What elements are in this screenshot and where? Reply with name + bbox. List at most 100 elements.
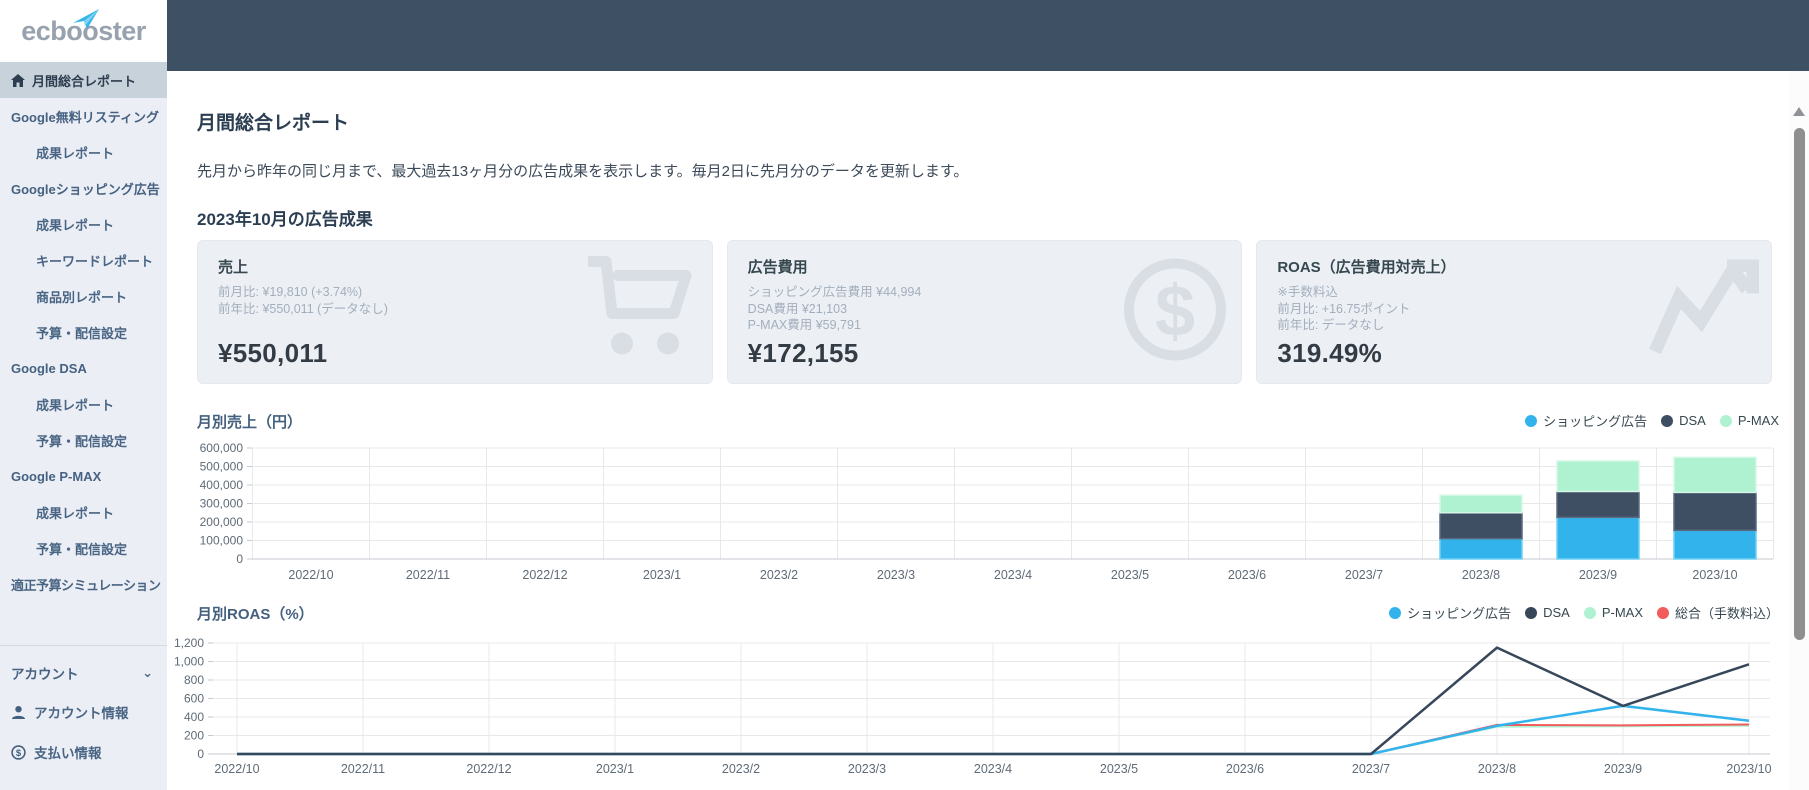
svg-text:2023/6: 2023/6 xyxy=(1228,568,1266,582)
sidebar-item-label: Google P-MAX xyxy=(11,468,102,484)
sidebar-item-label: 月間総合レポート xyxy=(32,73,137,89)
legend-label: P-MAX xyxy=(1601,605,1643,620)
account-item-0[interactable]: アカウント情報 xyxy=(0,692,167,732)
legend-dot-icon xyxy=(1656,606,1669,619)
user-icon xyxy=(11,705,26,720)
svg-text:2023/5: 2023/5 xyxy=(1100,762,1138,776)
svg-text:400: 400 xyxy=(184,710,204,724)
account-label: アカウント xyxy=(11,667,79,682)
svg-text:2023/7: 2023/7 xyxy=(1352,762,1390,776)
legend-entry[interactable]: DSA xyxy=(1661,413,1706,428)
account-item-label: 支払い情報 xyxy=(34,746,102,761)
scroll-up-icon[interactable] xyxy=(1793,107,1805,116)
sidebar-item-label: 適正予算シミュレーション xyxy=(11,577,161,593)
bar-segment xyxy=(1439,537,1523,560)
svg-text:2022/11: 2022/11 xyxy=(406,568,450,582)
legend-dot-icon xyxy=(1719,414,1732,427)
sidebar-item-1[interactable]: Google無料リスティング xyxy=(0,98,167,134)
chevron-down-icon: ⌄ xyxy=(142,665,153,680)
sidebar: ecbooster 月間総合レポート Google無料リスティング 成果レポート Go… xyxy=(0,0,167,790)
legend-label: ショッピング広告 xyxy=(1543,414,1648,429)
sidebar-item-2[interactable]: 成果レポート xyxy=(0,134,167,170)
legend-dot-icon xyxy=(1583,606,1596,619)
scrollbar-thumb[interactable] xyxy=(1794,128,1805,640)
svg-text:2022/12: 2022/12 xyxy=(522,568,567,582)
svg-text:2023/1: 2023/1 xyxy=(643,568,681,582)
svg-text:400,000: 400,000 xyxy=(200,478,244,492)
logo-text: ecbooster xyxy=(21,8,146,47)
svg-text:600: 600 xyxy=(184,692,204,706)
svg-text:$: $ xyxy=(1155,272,1195,352)
legend-label: P-MAX xyxy=(1737,413,1779,428)
bar-segment xyxy=(1673,456,1757,494)
home-icon xyxy=(11,73,25,87)
sidebar-item-label: Google無料リスティング xyxy=(11,109,159,125)
legend-entry[interactable]: ショッピング広告 xyxy=(1389,603,1511,622)
svg-text:2023/9: 2023/9 xyxy=(1579,568,1617,582)
sidebar-item-3[interactable]: Googleショッピング広告 xyxy=(0,170,167,206)
sidebar-item-14[interactable]: 適正予算シミュレーション xyxy=(0,566,167,602)
sidebar-item-4[interactable]: 成果レポート xyxy=(0,206,167,242)
sidebar-item-8[interactable]: Google DSA xyxy=(0,350,167,386)
svg-text:2023/4: 2023/4 xyxy=(994,568,1032,582)
bar-segment xyxy=(1673,529,1757,560)
svg-text:2023/9: 2023/9 xyxy=(1604,762,1642,776)
svg-text:2023/3: 2023/3 xyxy=(848,762,886,776)
legend-entry[interactable]: ショッピング広告 xyxy=(1525,411,1647,430)
sidebar-item-12[interactable]: 成果レポート xyxy=(0,494,167,530)
svg-text:200,000: 200,000 xyxy=(200,515,244,529)
legend-dot-icon xyxy=(1525,606,1538,619)
sidebar-item-13[interactable]: 予算・配信設定 xyxy=(0,530,167,566)
svg-text:1,200: 1,200 xyxy=(174,636,204,650)
legend-dot-icon xyxy=(1661,414,1674,427)
svg-text:600,000: 600,000 xyxy=(200,441,244,455)
bar-segment xyxy=(1556,460,1640,493)
legend-label: ショッピング広告 xyxy=(1407,606,1512,621)
chart1-legend: ショッピング広告 DSA P-MAX xyxy=(1525,411,1779,430)
svg-text:2022/12: 2022/12 xyxy=(466,762,511,776)
monthly-sales-chart: 0 100,000 200,000 300,000 400,000 500,000 600,… xyxy=(200,441,1774,582)
sidebar-item-6[interactable]: 商品別レポート xyxy=(0,278,167,314)
kpi-card-sales: 売上 前月比: ¥19,810 (+3.74%) 前年比: ¥550,011 (デー… xyxy=(197,240,713,384)
sidebar-item-7[interactable]: 予算・配信設定 xyxy=(0,314,167,350)
trend-icon xyxy=(1649,257,1760,365)
legend-entry[interactable]: 総合（手数料込） xyxy=(1656,603,1779,622)
account-menu[interactable]: アカウント ⌄ xyxy=(0,654,167,692)
legend-entry[interactable]: P-MAX xyxy=(1583,605,1643,620)
account-item-1[interactable]: $ 支払い情報 xyxy=(0,732,167,772)
page-description: 先月から昨年の同じ月まで、最大過去13ヶ月分の広告成果を表示します。毎月2日に先… xyxy=(197,163,969,180)
sidebar-item-10[interactable]: 予算・配信設定 xyxy=(0,422,167,458)
logo[interactable]: ecbooster xyxy=(0,0,167,62)
legend-entry[interactable]: DSA xyxy=(1525,605,1570,620)
sidebar-item-label: キーワードレポート xyxy=(36,253,154,269)
svg-text:2023/6: 2023/6 xyxy=(1226,762,1264,776)
scrollbar-track[interactable] xyxy=(1790,71,1809,790)
svg-text:0: 0 xyxy=(236,552,243,566)
sidebar-item-11[interactable]: Google P-MAX xyxy=(0,458,167,494)
sidebar-item-label: Google DSA xyxy=(11,360,87,376)
svg-text:0: 0 xyxy=(197,747,204,761)
cart-icon xyxy=(584,256,700,369)
svg-text:1,000: 1,000 xyxy=(174,655,204,669)
bar-segment xyxy=(1439,494,1523,514)
divider xyxy=(0,645,167,646)
sidebar-item-label: 成果レポート xyxy=(36,397,115,413)
legend-dot-icon xyxy=(1389,606,1402,619)
svg-text:2022/11: 2022/11 xyxy=(341,762,385,776)
sidebar-item-label: 成果レポート xyxy=(36,505,115,521)
monthly-roas-chart: 0 200 400 600 800 1,000 1,200 2022/10 2022/11 202… xyxy=(174,636,1772,776)
svg-text:2023/10: 2023/10 xyxy=(1726,762,1771,776)
svg-text:2022/10: 2022/10 xyxy=(214,762,259,776)
svg-text:2023/1: 2023/1 xyxy=(596,762,634,776)
sidebar-item-label: 予算・配信設定 xyxy=(36,541,128,557)
sidebar-item-5[interactable]: キーワードレポート xyxy=(0,242,167,278)
svg-text:2023/8: 2023/8 xyxy=(1478,762,1516,776)
legend-entry[interactable]: P-MAX xyxy=(1719,413,1779,428)
svg-text:200: 200 xyxy=(184,729,204,743)
sidebar-item-9[interactable]: 成果レポート xyxy=(0,386,167,422)
bar-segment xyxy=(1673,491,1757,532)
svg-text:2023/10: 2023/10 xyxy=(1692,568,1737,582)
sidebar-item-0[interactable]: 月間総合レポート xyxy=(0,62,167,98)
bar-segment xyxy=(1556,490,1640,519)
legend-dot-icon xyxy=(1525,414,1538,427)
